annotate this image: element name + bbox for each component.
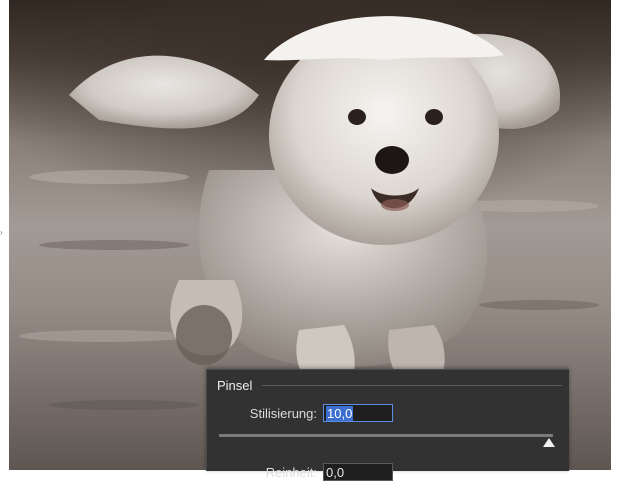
stylization-row: Stilisierung: 10,0 — [221, 404, 393, 422]
panel-header: Pinsel — [217, 376, 562, 394]
panel-divider — [262, 384, 562, 386]
edge-mark: › — [0, 228, 3, 237]
stylization-slider-track[interactable] — [219, 434, 553, 437]
stylization-input[interactable]: 10,0 — [323, 404, 393, 422]
purity-label: Reinheit: — [265, 464, 317, 480]
panel-title: Pinsel — [217, 377, 253, 393]
brush-panel: Pinsel Stilisierung: 10,0 Reinheit: 0,0 — [206, 369, 569, 481]
purity-row: Reinheit: 0,0 — [221, 463, 393, 481]
stylization-value: 10,0 — [326, 405, 354, 421]
purity-value: 0,0 — [326, 464, 345, 480]
stylization-label: Stilisierung: — [249, 405, 317, 421]
stylization-slider-thumb[interactable] — [543, 438, 555, 447]
purity-input[interactable]: 0,0 — [323, 463, 393, 481]
